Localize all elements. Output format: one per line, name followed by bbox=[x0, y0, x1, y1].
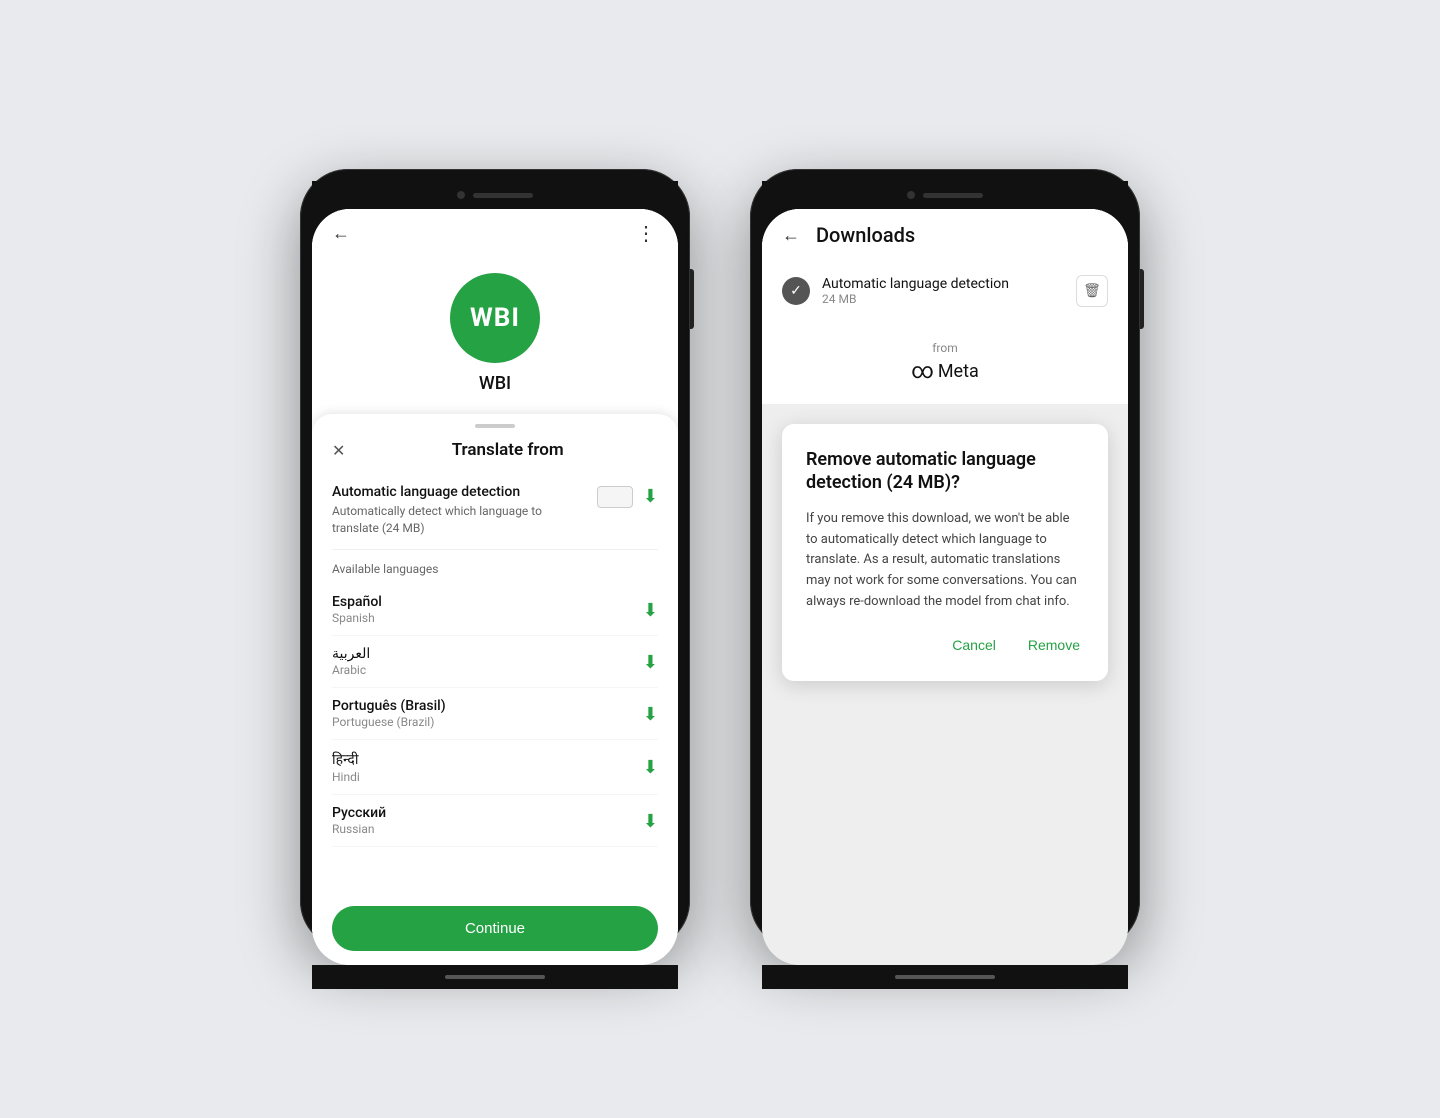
meta-infinity-icon: ∞ bbox=[911, 359, 934, 384]
lang-name: Português (Brasil) bbox=[332, 698, 643, 714]
language-item: Português (Brasil) Portuguese (Brazil) ⬇ bbox=[332, 688, 658, 740]
toggle-checkbox[interactable] bbox=[597, 486, 633, 508]
sheet-content: Automatic language detection Automatical… bbox=[312, 472, 678, 894]
lang-text: हिन्दी Hindi bbox=[332, 750, 643, 784]
sheet-title: Translate from bbox=[357, 440, 658, 460]
download-icon-lang-2[interactable]: ⬇ bbox=[643, 704, 658, 725]
meta-logo: ∞ Meta bbox=[911, 359, 979, 384]
downloads-header: ← Downloads bbox=[762, 209, 1128, 261]
auto-detect-desc: Automatically detect which language to t… bbox=[332, 503, 587, 537]
download-icon-lang-4[interactable]: ⬇ bbox=[643, 811, 658, 832]
dialog-actions: Cancel Remove bbox=[806, 633, 1084, 657]
lang-subtitle: Arabic bbox=[332, 663, 643, 677]
language-item: हिन्दी Hindi ⬇ bbox=[332, 740, 658, 795]
auto-detect-text: Automatic language detection Automatical… bbox=[332, 484, 587, 537]
phone-inner-right: ← Downloads ✓ Automatic language detecti… bbox=[762, 209, 1128, 965]
wbi-app-name: WBI bbox=[479, 373, 511, 394]
from-label: from bbox=[932, 341, 958, 355]
sheet-header: ✕ Translate from bbox=[312, 436, 678, 472]
right-phone: ← Downloads ✓ Automatic language detecti… bbox=[750, 169, 1140, 949]
page-container: ← ⋮ WBI WBI ✕ Translate from bbox=[300, 169, 1140, 949]
language-item: العربية Arabic ⬇ bbox=[332, 636, 658, 688]
phone-content-left: ← ⋮ WBI WBI ✕ Translate from bbox=[312, 209, 678, 965]
sheet-handle bbox=[475, 424, 515, 428]
home-indicator-right bbox=[895, 975, 995, 979]
wbi-logo-section: WBI WBI bbox=[312, 257, 678, 414]
lang-text: Русский Russian bbox=[332, 805, 643, 836]
lang-name: Español bbox=[332, 594, 643, 610]
close-sheet-icon[interactable]: ✕ bbox=[332, 441, 345, 460]
camera-dot-right bbox=[907, 191, 915, 199]
download-item-text: Automatic language detection 24 MB bbox=[822, 276, 1064, 306]
language-item: Español Spanish ⬇ bbox=[332, 584, 658, 636]
wbi-logo-circle: WBI bbox=[450, 273, 540, 363]
check-circle-icon: ✓ bbox=[782, 277, 810, 305]
wbi-logo-text: WBI bbox=[470, 303, 520, 333]
phone-bottom-bar-left bbox=[312, 965, 678, 989]
from-meta-section: from ∞ Meta bbox=[762, 321, 1128, 404]
trash-icon[interactable]: 🗑 bbox=[1076, 275, 1108, 307]
phone-bottom-bar-right bbox=[762, 965, 1128, 989]
download-icon-lang-0[interactable]: ⬇ bbox=[643, 600, 658, 621]
lang-name: العربية bbox=[332, 646, 643, 662]
download-item-size: 24 MB bbox=[822, 292, 1064, 306]
download-item-row: ✓ Automatic language detection 24 MB 🗑 bbox=[762, 261, 1128, 321]
lang-subtitle: Portuguese (Brazil) bbox=[332, 715, 643, 729]
lang-text: العربية Arabic bbox=[332, 646, 643, 677]
downloads-title: Downloads bbox=[816, 223, 915, 247]
lang-name: Русский bbox=[332, 805, 643, 821]
wbi-header: ← ⋮ bbox=[312, 209, 678, 257]
lang-subtitle: Spanish bbox=[332, 611, 643, 625]
home-indicator-left bbox=[445, 975, 545, 979]
download-icon-lang-1[interactable]: ⬇ bbox=[643, 652, 658, 673]
remove-button[interactable]: Remove bbox=[1024, 633, 1084, 657]
auto-detect-item: Automatic language detection Automatical… bbox=[332, 472, 658, 550]
language-item: Русский Russian ⬇ bbox=[332, 795, 658, 847]
dialog-title: Remove automatic language detection (24 … bbox=[806, 448, 1084, 495]
lang-text: Español Spanish bbox=[332, 594, 643, 625]
back-arrow-right[interactable]: ← bbox=[782, 225, 800, 246]
cancel-button[interactable]: Cancel bbox=[948, 633, 1000, 657]
lang-text: Português (Brasil) Portuguese (Brazil) bbox=[332, 698, 643, 729]
phone-top-bar-left bbox=[312, 181, 678, 209]
phone-top-bar-right bbox=[762, 181, 1128, 209]
download-icon-auto[interactable]: ⬇ bbox=[643, 486, 658, 507]
dialog-body: If you remove this download, we won't be… bbox=[806, 509, 1084, 613]
camera-dot bbox=[457, 191, 465, 199]
auto-detect-title: Automatic language detection bbox=[332, 484, 587, 500]
downloads-top: ← Downloads ✓ Automatic language detecti… bbox=[762, 209, 1128, 404]
phone-inner-left: ← ⋮ WBI WBI ✕ Translate from bbox=[312, 209, 678, 965]
available-languages-label: Available languages bbox=[332, 550, 658, 584]
more-menu-icon[interactable]: ⋮ bbox=[636, 221, 658, 245]
speaker-bar bbox=[473, 193, 533, 198]
lang-subtitle: Russian bbox=[332, 822, 643, 836]
download-icon-lang-3[interactable]: ⬇ bbox=[643, 757, 658, 778]
bottom-sheet: ✕ Translate from Automatic language dete… bbox=[312, 414, 678, 965]
language-list: Español Spanish ⬇ العربية Arabic ⬇ Portu… bbox=[332, 584, 658, 847]
lang-name: हिन्दी bbox=[332, 750, 643, 769]
dialog-box: Remove automatic language detection (24 … bbox=[782, 424, 1108, 681]
check-mark: ✓ bbox=[790, 283, 802, 299]
speaker-bar-right bbox=[923, 193, 983, 198]
phone-content-right: ← Downloads ✓ Automatic language detecti… bbox=[762, 209, 1128, 965]
back-arrow-left[interactable]: ← bbox=[332, 223, 350, 244]
download-item-name: Automatic language detection bbox=[822, 276, 1064, 292]
dialog-overlay: Remove automatic language detection (24 … bbox=[762, 404, 1128, 965]
left-phone: ← ⋮ WBI WBI ✕ Translate from bbox=[300, 169, 690, 949]
continue-button[interactable]: Continue bbox=[332, 906, 658, 951]
lang-subtitle: Hindi bbox=[332, 770, 643, 784]
meta-text: Meta bbox=[938, 361, 979, 382]
